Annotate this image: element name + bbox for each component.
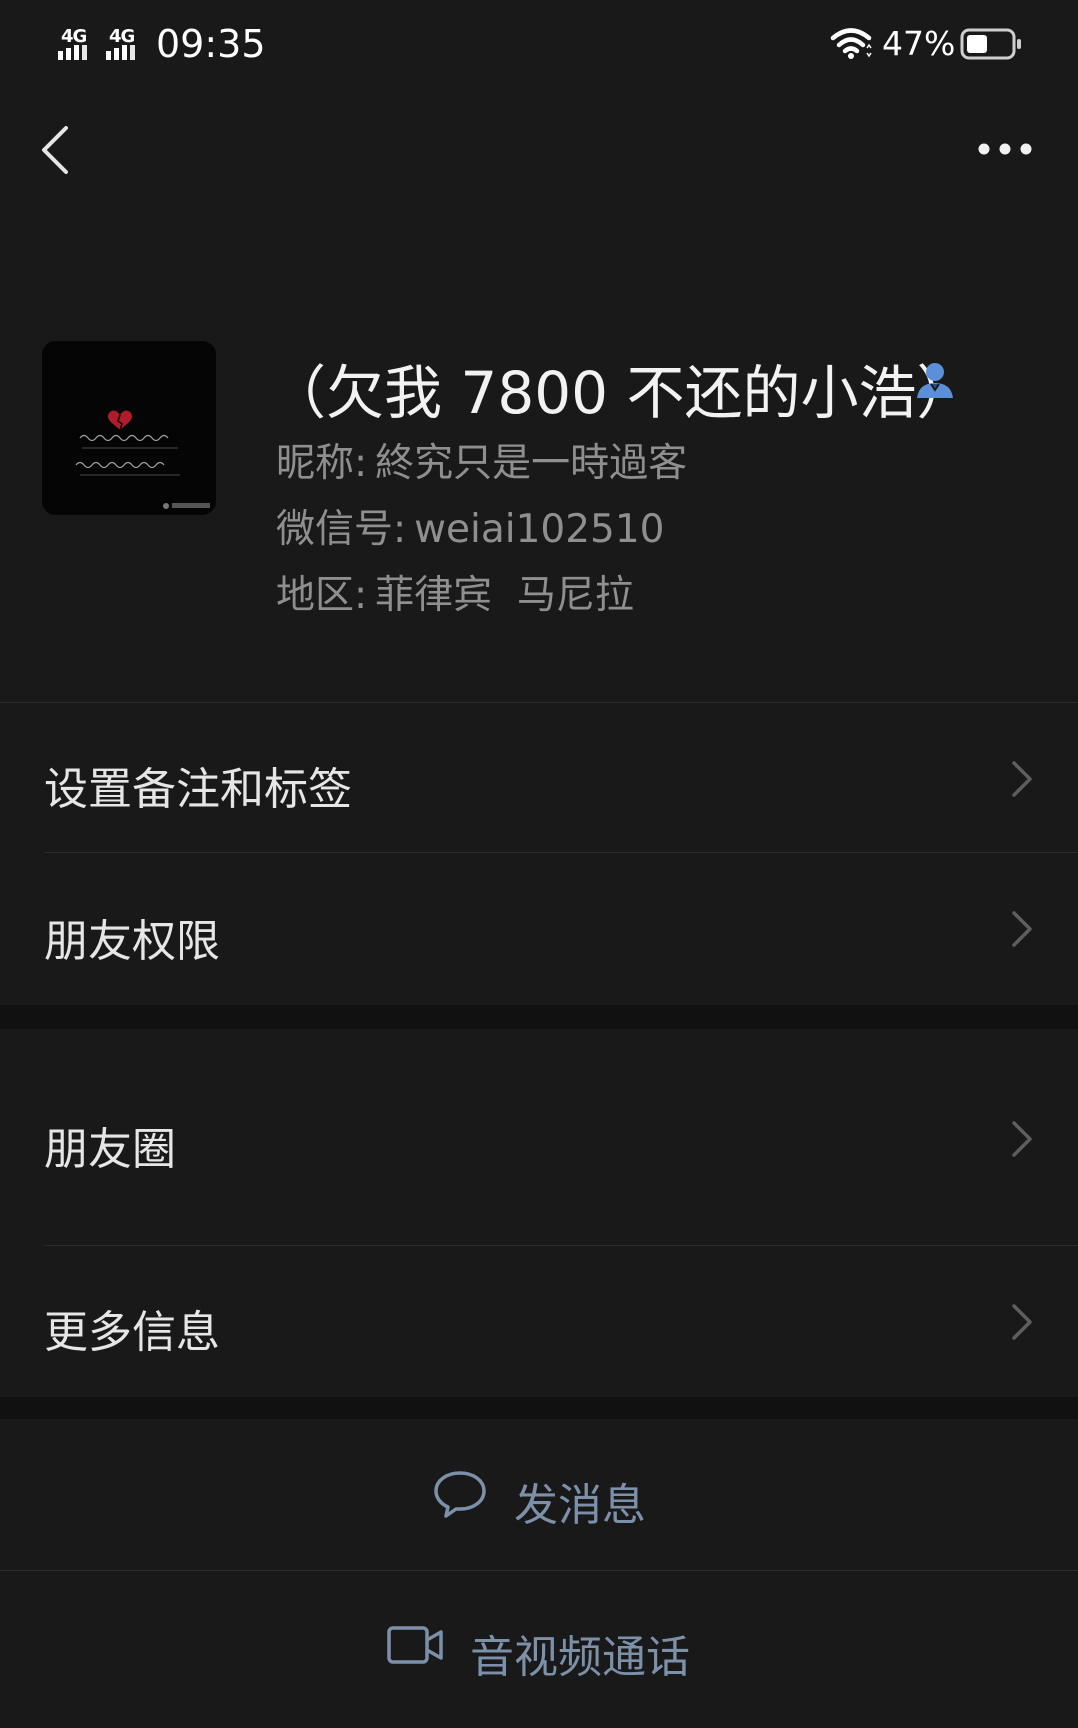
more-info-row[interactable]: 更多信息 <box>0 1246 1078 1397</box>
moments-label: 朋友圈 <box>44 1124 176 1175</box>
chevron-left-icon <box>42 126 68 174</box>
wechat-id-row: 微信号: weiai102510 <box>276 498 664 554</box>
nickname-row: 昵称: 終究只是一時過客 <box>276 432 687 488</box>
contact-profile-page: 4G 4G 09:35 47% （欠我 7800 不还的小浩） 昵称: 終究只是… <box>0 0 1078 1728</box>
chevron-right-icon <box>1012 1304 1032 1340</box>
network-type-2: 4G <box>109 26 135 47</box>
region-value: 菲律宾 马尼拉 <box>375 573 634 618</box>
chevron-right-icon <box>1012 761 1032 797</box>
more-button[interactable] <box>976 134 1036 164</box>
chat-bubble-icon <box>434 1471 486 1518</box>
friend-permissions-row[interactable]: 朋友权限 <box>0 853 1078 1005</box>
signal-icon-2: 4G <box>106 26 144 60</box>
network-type-1: 4G <box>61 26 87 47</box>
section-separator <box>0 1005 1078 1029</box>
battery-icon <box>960 28 1021 60</box>
region-label: 地区: <box>276 573 368 618</box>
video-call-button[interactable]: 音视频通话 <box>0 1571 1078 1728</box>
more-info-label: 更多信息 <box>44 1307 220 1358</box>
wechat-id-value: weiai102510 <box>414 507 665 552</box>
moments-row[interactable]: 朋友圈 <box>0 1029 1078 1245</box>
status-bar: 4G 4G 09:35 47% <box>0 0 1078 90</box>
region-row: 地区: 菲律宾 马尼拉 <box>276 564 634 620</box>
signal-icon: 4G <box>58 26 96 60</box>
chevron-right-icon <box>1012 1121 1032 1157</box>
video-call-label: 音视频通话 <box>470 1632 690 1683</box>
send-message-label: 发消息 <box>514 1480 646 1531</box>
set-remark-tags-label: 设置备注和标签 <box>44 764 352 815</box>
section-separator <box>0 1397 1078 1419</box>
video-camera-icon <box>387 1626 443 1664</box>
friend-permissions-label: 朋友权限 <box>44 916 220 967</box>
display-name: （欠我 7800 不还的小浩） <box>268 359 975 427</box>
chevron-right-icon <box>1012 911 1032 947</box>
avatar[interactable] <box>42 341 216 515</box>
wechat-id-label: 微信号: <box>276 507 407 552</box>
send-message-button[interactable]: 发消息 <box>0 1419 1078 1570</box>
contact-person-icon <box>917 363 953 398</box>
set-remark-tags-row[interactable]: 设置备注和标签 <box>0 703 1078 853</box>
nickname-label: 昵称: <box>276 441 368 486</box>
clock: 09:35 <box>156 22 266 66</box>
nickname-value: 終究只是一時過客 <box>375 441 688 486</box>
wifi-icon <box>830 28 872 59</box>
avatar-image <box>42 341 216 515</box>
back-button[interactable] <box>38 120 78 180</box>
battery-percent: 47% <box>882 24 956 63</box>
more-dots-icon <box>978 143 1032 155</box>
